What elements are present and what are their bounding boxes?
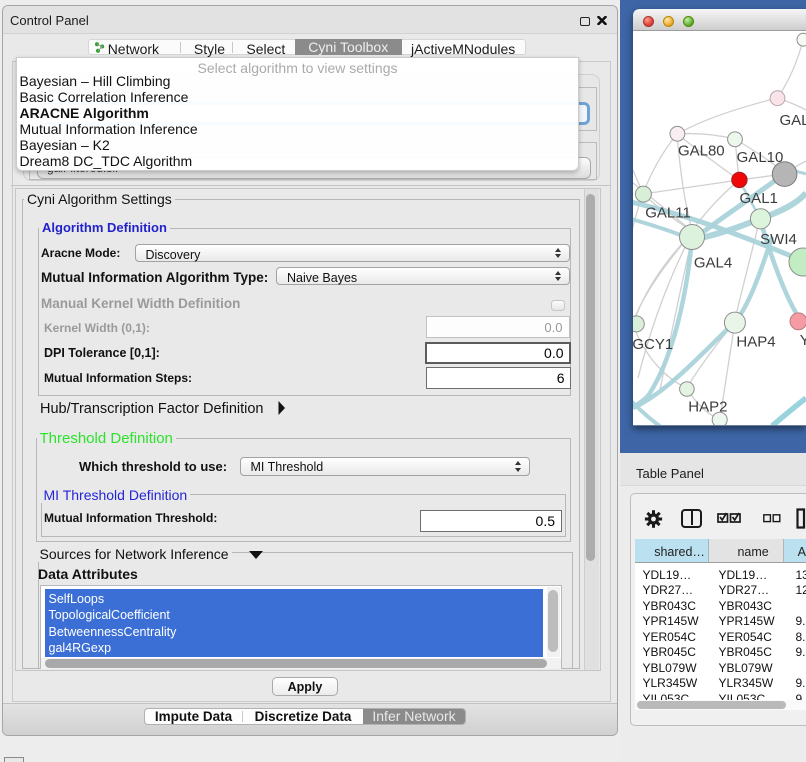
svg-text:Y: Y bbox=[800, 332, 806, 349]
svg-text:HAP2: HAP2 bbox=[688, 398, 727, 415]
svg-text:GAL4: GAL4 bbox=[694, 255, 732, 272]
svg-text:GCY1: GCY1 bbox=[633, 336, 673, 353]
svg-text:GAL7: GAL7 bbox=[780, 112, 806, 129]
svg-text:GAL11: GAL11 bbox=[645, 204, 691, 221]
svg-text:GAL1: GAL1 bbox=[740, 190, 778, 207]
svg-text:HAP4: HAP4 bbox=[736, 333, 775, 350]
svg-text:GAL10: GAL10 bbox=[737, 149, 784, 166]
svg-text:GAL80: GAL80 bbox=[678, 143, 725, 160]
svg-text:SWI4: SWI4 bbox=[760, 231, 797, 248]
